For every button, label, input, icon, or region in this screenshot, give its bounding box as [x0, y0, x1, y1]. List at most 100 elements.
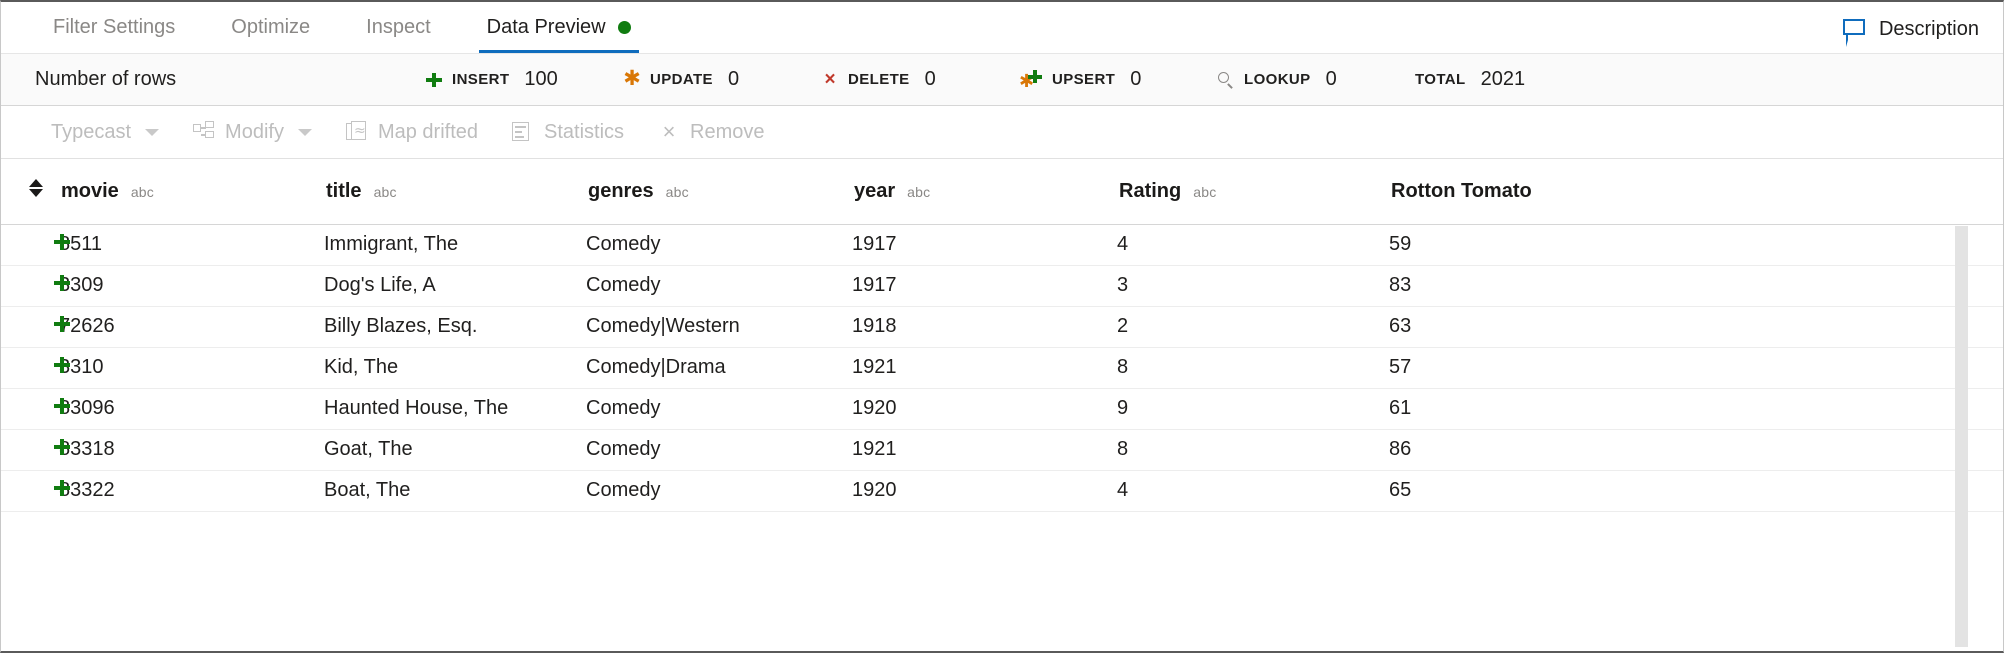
- table-row[interactable]: 72626 Billy Blazes, Esq. Comedy|Western …: [1, 306, 2003, 347]
- modify-button[interactable]: Modify: [193, 121, 312, 144]
- scrollbar-thumb[interactable]: [1955, 226, 1968, 647]
- cell-rotton-tomato: 57: [1389, 347, 2003, 388]
- table-head: movie abc title abc genres abc: [1, 159, 2003, 224]
- column-label: Rotton Tomato: [1391, 180, 1532, 203]
- sort-column-header[interactable]: [1, 159, 59, 224]
- column-type: abc: [907, 184, 930, 200]
- column-header-genres[interactable]: genres abc: [586, 159, 852, 224]
- statistics-label: Statistics: [544, 121, 624, 144]
- plus-icon: [53, 356, 71, 374]
- plus-icon: [53, 233, 71, 251]
- cell-movie: 72626: [59, 306, 324, 347]
- cell-rating: 4: [1117, 470, 1389, 511]
- cell-rotton-tomato: 63: [1389, 306, 2003, 347]
- stat-name: TOTAL: [1415, 71, 1466, 88]
- plus-icon: [425, 71, 443, 89]
- cell-title: Dog's Life, A: [324, 265, 586, 306]
- cell-year: 1920: [852, 388, 1117, 429]
- map-drift-icon: [346, 121, 368, 143]
- row-marker: [1, 347, 59, 388]
- typecast-label: Typecast: [51, 121, 131, 144]
- stat-name: UPDATE: [650, 71, 713, 88]
- cell-title: Boat, The: [324, 470, 586, 511]
- column-header-rotton-tomato[interactable]: Rotton Tomato: [1389, 159, 2003, 224]
- tab-inspect[interactable]: Inspect: [338, 2, 458, 53]
- row-marker: [1, 265, 59, 306]
- cell-rating: 8: [1117, 347, 1389, 388]
- preview-table: movie abc title abc genres abc: [1, 159, 2003, 512]
- column-type: abc: [131, 184, 154, 200]
- tab-filter-settings[interactable]: Filter Settings: [25, 2, 203, 53]
- statistics-icon: [512, 121, 534, 143]
- table-row[interactable]: 83322 Boat, The Comedy 1920 4 65: [1, 470, 2003, 511]
- column-header-movie[interactable]: movie abc: [59, 159, 324, 224]
- tab-label: Optimize: [231, 16, 310, 39]
- table-row[interactable]: 83096 Haunted House, The Comedy 1920 9 6…: [1, 388, 2003, 429]
- cell-rating: 3: [1117, 265, 1389, 306]
- cell-genres: Comedy: [586, 224, 852, 265]
- table-row[interactable]: 83318 Goat, The Comedy 1921 8 86: [1, 429, 2003, 470]
- cell-movie: 3309: [59, 265, 324, 306]
- stat-value: 0: [728, 68, 739, 91]
- search-icon: [1217, 71, 1235, 89]
- stat-name: LOOKUP: [1244, 71, 1311, 88]
- cell-year: 1921: [852, 429, 1117, 470]
- stat-value: 0: [1326, 68, 1337, 91]
- tab-optimize[interactable]: Optimize: [203, 2, 338, 53]
- cell-year: 1917: [852, 224, 1117, 265]
- vertical-scrollbar[interactable]: [1955, 226, 1968, 647]
- column-label: genres: [588, 180, 654, 203]
- stat-total: TOTAL 2021: [1415, 68, 1613, 91]
- cell-genres: Comedy: [586, 429, 852, 470]
- table-row[interactable]: 3309 Dog's Life, A Comedy 1917 3 83: [1, 265, 2003, 306]
- cell-genres: Comedy: [586, 470, 852, 511]
- column-header-year[interactable]: year abc: [852, 159, 1117, 224]
- stat-value: 2021: [1481, 68, 1526, 91]
- cell-movie: 83322: [59, 470, 324, 511]
- status-dot-icon: [618, 21, 631, 34]
- header-row: movie abc title abc genres abc: [1, 159, 2003, 224]
- tab-data-preview[interactable]: Data Preview: [459, 2, 659, 53]
- row-marker: [1, 429, 59, 470]
- typecast-button[interactable]: Typecast: [51, 121, 159, 144]
- stat-value: 0: [1130, 68, 1141, 91]
- column-header-rating[interactable]: Rating abc: [1117, 159, 1389, 224]
- sort-icon[interactable]: [29, 177, 45, 199]
- table-row[interactable]: 3310 Kid, The Comedy|Drama 1921 8 57: [1, 347, 2003, 388]
- row-marker: [1, 388, 59, 429]
- column-header-title[interactable]: title abc: [324, 159, 586, 224]
- cell-rating: 8: [1117, 429, 1389, 470]
- map-drifted-label: Map drifted: [378, 121, 478, 144]
- modify-icon: [193, 121, 215, 143]
- cell-year: 1917: [852, 265, 1117, 306]
- cell-year: 1921: [852, 347, 1117, 388]
- cell-movie: 83096: [59, 388, 324, 429]
- plus-icon: [53, 274, 71, 292]
- stat-insert: INSERT 100: [425, 68, 623, 91]
- cell-rating: 4: [1117, 224, 1389, 265]
- map-drifted-button[interactable]: Map drifted: [346, 121, 478, 144]
- stat-update: UPDATE 0: [623, 68, 821, 91]
- cell-genres: Comedy|Western: [586, 306, 852, 347]
- cell-rating: 9: [1117, 388, 1389, 429]
- chevron-down-icon: [145, 129, 159, 136]
- stat-value: 0: [925, 68, 936, 91]
- table-row[interactable]: 8511 Immigrant, The Comedy 1917 4 59: [1, 224, 2003, 265]
- cell-title: Haunted House, The: [324, 388, 586, 429]
- data-preview-panel: Filter Settings Optimize Inspect Data Pr…: [0, 0, 2004, 653]
- description-button[interactable]: Description: [1843, 18, 2003, 53]
- stat-upsert: ✱ UPSERT 0: [1019, 68, 1217, 91]
- column-type: abc: [374, 184, 397, 200]
- tab-label: Inspect: [366, 16, 430, 39]
- stat-name: DELETE: [848, 71, 910, 88]
- stat-value: 100: [524, 68, 557, 91]
- column-label: movie: [61, 180, 119, 203]
- column-label: Rating: [1119, 180, 1181, 203]
- remove-button[interactable]: Remove: [658, 121, 764, 144]
- statistics-button[interactable]: Statistics: [512, 121, 624, 144]
- chevron-down-icon: [298, 129, 312, 136]
- tab-bar: Filter Settings Optimize Inspect Data Pr…: [1, 2, 2003, 54]
- row-count-bar: Number of rows INSERT 100 UPDATE 0 DELET…: [1, 54, 2003, 106]
- remove-icon: [658, 121, 680, 143]
- table-body: 8511 Immigrant, The Comedy 1917 4 59 330…: [1, 224, 2003, 511]
